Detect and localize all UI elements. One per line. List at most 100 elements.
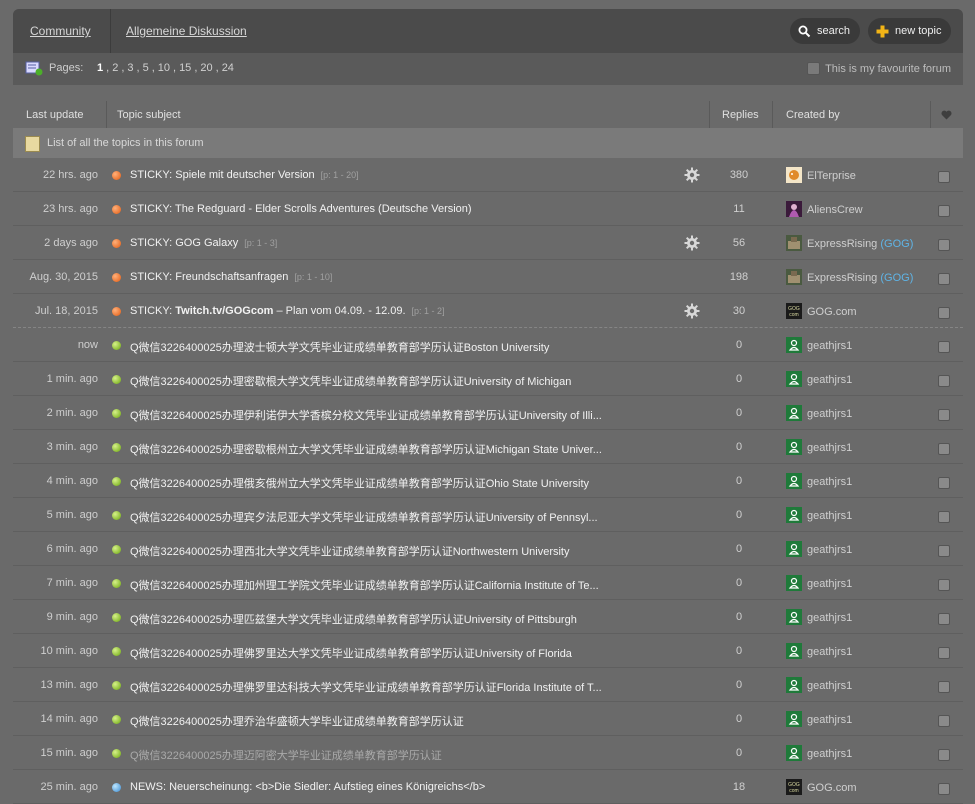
topic-row[interactable]: 25 min. ago NEWS: Neuerscheinung: <b>Die …: [13, 770, 963, 804]
topic-creator[interactable]: geathjrs1: [807, 340, 852, 352]
avatar-user[interactable]: [786, 337, 802, 353]
avatar-user[interactable]: [786, 439, 802, 455]
topic-subject-link[interactable]: Q微信3226400025办理西北大学文凭毕业证成绩单教育部学历认证Northw…: [130, 543, 608, 559]
breadcrumb-community[interactable]: Community: [30, 24, 91, 38]
topic-row[interactable]: 3 min. ago Q微信3226400025办理密歇根州立大学文凭毕业证成绩单…: [13, 430, 963, 464]
column-created-by[interactable]: Created by: [786, 109, 840, 121]
topic-row[interactable]: Jul. 18, 2015 STICKY: Twitch.tv/GOGcom – …: [13, 294, 963, 328]
topic-subject-link[interactable]: Q微信3226400025办理伊利诺伊大学香槟分校文凭毕业证成绩单教育部学历认证…: [130, 407, 608, 423]
topic-last-update[interactable]: 6 min. ago: [47, 543, 98, 555]
topic-last-update[interactable]: Aug. 30, 2015: [29, 271, 98, 283]
topic-last-update[interactable]: 13 min. ago: [41, 679, 98, 691]
search-button[interactable]: search: [790, 18, 861, 44]
page-link[interactable]: 10: [158, 62, 170, 74]
topic-favourite-checkbox[interactable]: [938, 477, 950, 489]
topic-favourite-checkbox[interactable]: [938, 715, 950, 727]
topic-favourite-checkbox[interactable]: [938, 205, 950, 217]
avatar-user[interactable]: [786, 575, 802, 591]
topic-row[interactable]: 2 min. ago Q微信3226400025办理伊利诺伊大学香槟分校文凭毕业证…: [13, 396, 963, 430]
new-topic-button[interactable]: new topic: [868, 18, 952, 44]
favourite-forum-toggle[interactable]: This is my favourite forum: [807, 62, 951, 75]
topic-last-update[interactable]: 14 min. ago: [41, 713, 98, 725]
avatar-expressrising[interactable]: [786, 235, 802, 251]
page-link[interactable]: 5: [143, 62, 149, 74]
page-link[interactable]: 1: [97, 62, 103, 74]
topic-page-range[interactable]: [p: 1 - 2]: [412, 306, 445, 316]
topic-favourite-checkbox[interactable]: [938, 579, 950, 591]
topic-subject-link[interactable]: Q微信3226400025办理佛罗里达科技大学文凭毕业证成绩单教育部学历认证Fl…: [130, 679, 608, 695]
topic-last-update[interactable]: 22 hrs. ago: [43, 169, 98, 181]
avatar-user[interactable]: [786, 745, 802, 761]
topic-last-update[interactable]: now: [78, 339, 98, 351]
topic-creator[interactable]: geathjrs1: [807, 408, 852, 420]
topic-creator[interactable]: geathjrs1: [807, 612, 852, 624]
topic-row[interactable]: Aug. 30, 2015 STICKY: Freundschaftsanfrag…: [13, 260, 963, 294]
heart-icon[interactable]: [941, 110, 952, 123]
topic-subject-link[interactable]: Q微信3226400025办理乔治华盛顿大学毕业证成绩单教育部学历认证: [130, 713, 608, 729]
topic-favourite-checkbox[interactable]: [938, 307, 950, 319]
topic-row[interactable]: 7 min. ago Q微信3226400025办理加州理工学院文凭毕业证成绩单教…: [13, 566, 963, 600]
topic-row[interactable]: now Q微信3226400025办理波士顿大学文凭毕业证成绩单教育部学历认证Bo…: [13, 328, 963, 362]
avatar-user[interactable]: [786, 643, 802, 659]
topic-subject-link[interactable]: Q微信3226400025办理宾夕法尼亚大学文凭毕业证成绩单教育部学历认证Uni…: [130, 509, 608, 525]
topic-row[interactable]: 6 min. ago Q微信3226400025办理西北大学文凭毕业证成绩单教育部…: [13, 532, 963, 566]
topic-subject-link[interactable]: STICKY: Spiele mit deutscher Version [p: …: [130, 169, 608, 181]
topic-favourite-checkbox[interactable]: [938, 239, 950, 251]
topic-creator[interactable]: geathjrs1: [807, 374, 852, 386]
topic-last-update[interactable]: 4 min. ago: [47, 475, 98, 487]
topic-last-update[interactable]: 2 min. ago: [47, 407, 98, 419]
topic-favourite-checkbox[interactable]: [938, 545, 950, 557]
topic-subject-link[interactable]: Q微信3226400025办理密歇根州立大学文凭毕业证成绩单教育部学历认证Mic…: [130, 441, 608, 457]
topic-subject-link[interactable]: STICKY: Twitch.tv/GOGcom – Plan vom 04.0…: [130, 305, 608, 317]
avatar-user[interactable]: [786, 473, 802, 489]
favourite-checkbox[interactable]: [807, 62, 821, 75]
topic-row[interactable]: 1 min. ago Q微信3226400025办理密歇根大学文凭毕业证成绩单教育…: [13, 362, 963, 396]
topic-page-range[interactable]: [p: 1 - 10]: [294, 272, 332, 282]
topic-subject-link[interactable]: Q微信3226400025办理佛罗里达大学文凭毕业证成绩单教育部学历认证Univ…: [130, 645, 608, 661]
topic-creator[interactable]: geathjrs1: [807, 510, 852, 522]
topic-subject-link[interactable]: STICKY: GOG Galaxy [p: 1 - 3]: [130, 237, 608, 249]
topic-subject-link[interactable]: Q微信3226400025办理迈阿密大学毕业证成绩单教育部学历认证: [130, 747, 608, 763]
topic-last-update[interactable]: 15 min. ago: [41, 747, 98, 759]
avatar-user[interactable]: [786, 711, 802, 727]
topic-subject-link[interactable]: NEWS: Neuerscheinung: <b>Die Siedler: Au…: [130, 781, 608, 793]
topic-last-update[interactable]: 9 min. ago: [47, 611, 98, 623]
page-link[interactable]: 2: [112, 62, 118, 74]
column-topic-subject[interactable]: Topic subject: [117, 109, 181, 121]
topic-last-update[interactable]: 5 min. ago: [47, 509, 98, 521]
topic-subject-link[interactable]: Q微信3226400025办理波士顿大学文凭毕业证成绩单教育部学历认证Bosto…: [130, 339, 608, 355]
topic-row[interactable]: 5 min. ago Q微信3226400025办理宾夕法尼亚大学文凭毕业证成绩单…: [13, 498, 963, 532]
avatar-gog-logo[interactable]: GOG com: [786, 303, 802, 319]
topic-favourite-checkbox[interactable]: [938, 443, 950, 455]
topic-subject-link[interactable]: Q微信3226400025办理密歇根大学文凭毕业证成绩单教育部学历认证Unive…: [130, 373, 608, 389]
topic-row[interactable]: 23 hrs. ago STICKY: The Redguard - Elder …: [13, 192, 963, 226]
topic-favourite-checkbox[interactable]: [938, 681, 950, 693]
topic-favourite-checkbox[interactable]: [938, 613, 950, 625]
avatar-user[interactable]: [786, 405, 802, 421]
topic-favourite-checkbox[interactable]: [938, 171, 950, 183]
topic-last-update[interactable]: 23 hrs. ago: [43, 203, 98, 215]
topic-creator[interactable]: GOG.com: [807, 782, 857, 794]
topic-favourite-checkbox[interactable]: [938, 783, 950, 795]
topic-last-update[interactable]: 7 min. ago: [47, 577, 98, 589]
topic-favourite-checkbox[interactable]: [938, 273, 950, 285]
topic-creator[interactable]: ExpressRising (GOG): [807, 272, 913, 284]
topic-favourite-checkbox[interactable]: [938, 409, 950, 421]
topic-last-update[interactable]: 2 days ago: [44, 237, 98, 249]
column-last-update[interactable]: Last update: [26, 109, 84, 121]
topic-last-update[interactable]: 10 min. ago: [41, 645, 98, 657]
breadcrumb-forum[interactable]: Allgemeine Diskussion: [126, 24, 247, 38]
topic-favourite-checkbox[interactable]: [938, 511, 950, 523]
avatar-alienscrew[interactable]: [786, 201, 802, 217]
avatar-user[interactable]: [786, 609, 802, 625]
topic-creator[interactable]: geathjrs1: [807, 476, 852, 488]
topic-last-update[interactable]: 3 min. ago: [47, 441, 98, 453]
topic-favourite-checkbox[interactable]: [938, 341, 950, 353]
topic-creator[interactable]: ExpressRising (GOG): [807, 238, 913, 250]
avatar-user[interactable]: [786, 541, 802, 557]
avatar-user[interactable]: [786, 507, 802, 523]
page-link[interactable]: 15: [179, 62, 191, 74]
topic-creator[interactable]: geathjrs1: [807, 544, 852, 556]
topic-favourite-checkbox[interactable]: [938, 375, 950, 387]
topic-last-update[interactable]: 25 min. ago: [41, 781, 98, 793]
